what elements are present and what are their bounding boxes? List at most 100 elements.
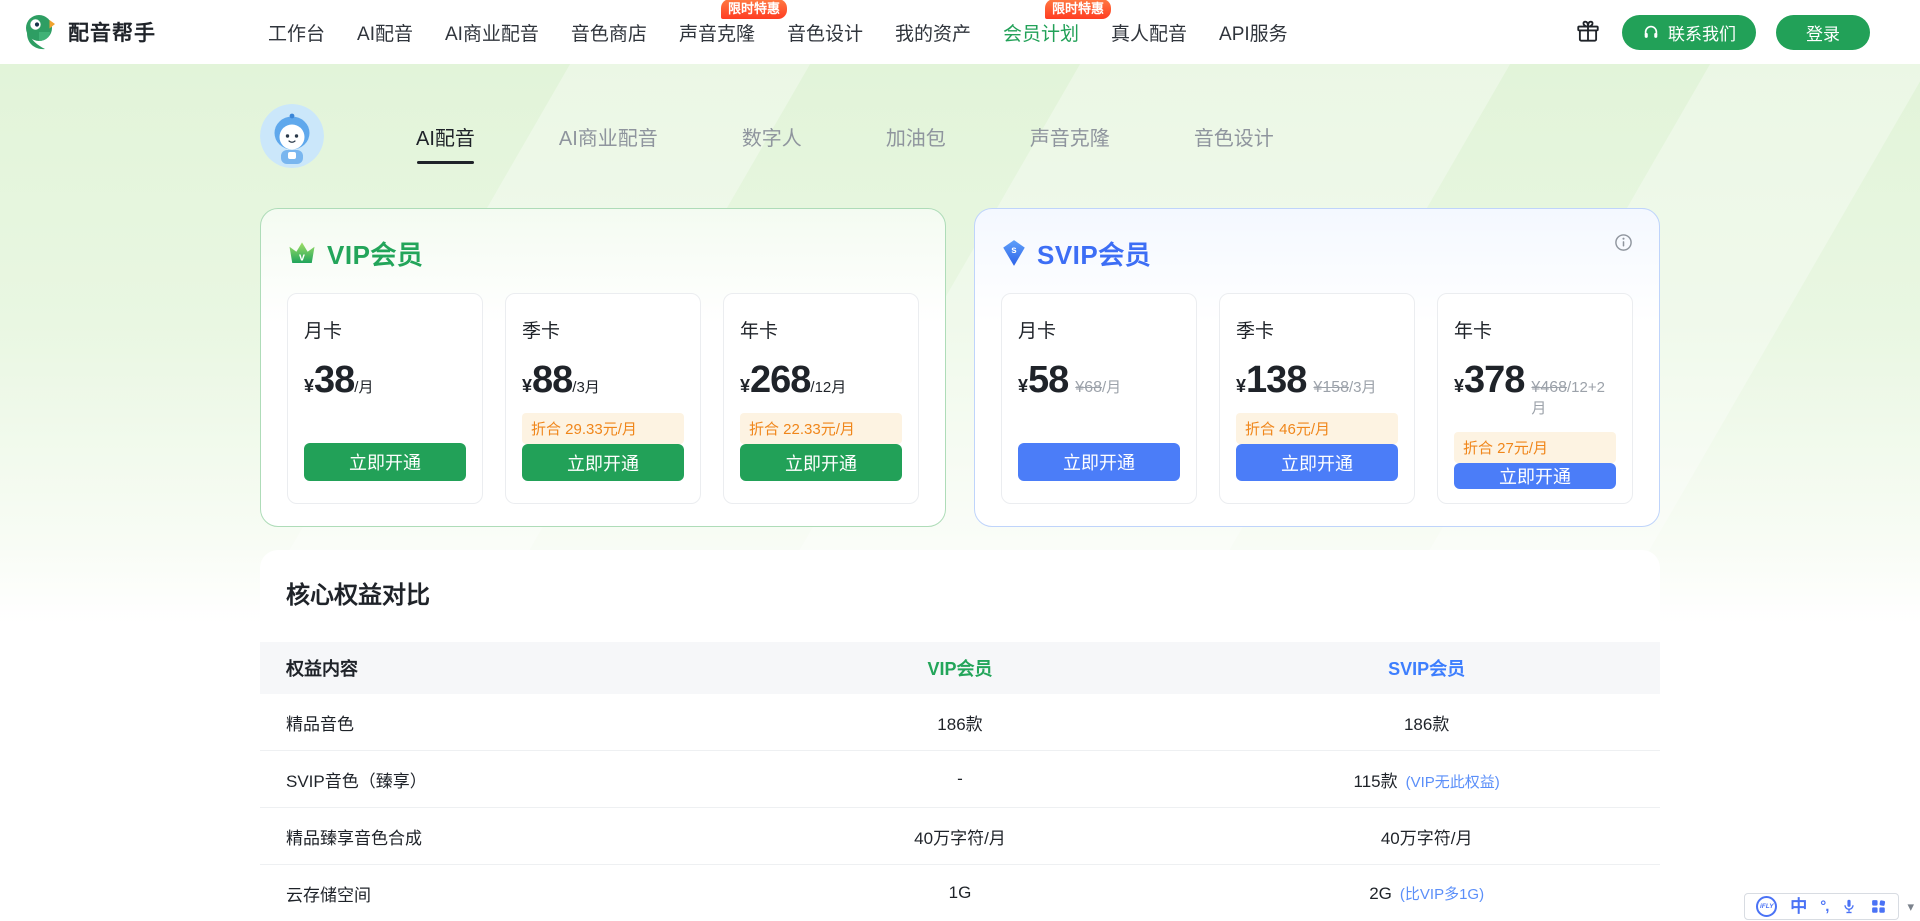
price-amount: 138 [1246, 361, 1306, 399]
tab-label: 加油包 [886, 128, 946, 150]
svip-plan-quarter: 季卡 ¥138 ¥158/3月 折合 46元/月 立即开通 [1219, 293, 1415, 504]
svip-quarter-open-button[interactable]: 立即开通 [1236, 444, 1398, 481]
contact-button-label: 联系我们 [1668, 20, 1736, 45]
svg-text:v: v [299, 252, 305, 264]
nav-label: 工作台 [268, 24, 325, 45]
vip-crown-icon: v [287, 239, 317, 267]
svip-note: (VIP无此权益) [1406, 774, 1500, 791]
nav-label: 会员计划 [1003, 24, 1079, 45]
discount-badge: 折合 46元/月 [1236, 413, 1398, 444]
discount-badge: 折合 29.33元/月 [522, 413, 684, 444]
nav-label: 我的资产 [895, 24, 971, 45]
plan-name: 月卡 [304, 316, 466, 343]
app-logo[interactable]: 配音帮手 [22, 13, 156, 51]
plan-price: ¥138 ¥158/3月 [1236, 361, 1398, 399]
ime-bar: iFLY 中 °, [1744, 893, 1899, 920]
comparison-title: 核心权益对比 [260, 580, 1660, 612]
vip-quarter-open-button[interactable]: 立即开通 [522, 444, 684, 481]
microphone-icon[interactable] [1841, 898, 1857, 915]
vip-value: 1G [727, 883, 1194, 903]
price-amount: 378 [1464, 361, 1524, 399]
tab-voice-clone[interactable]: 声音克隆 [1030, 122, 1110, 151]
info-icon[interactable] [1614, 233, 1633, 257]
svip-month-open-button[interactable]: 立即开通 [1018, 443, 1180, 481]
vip-card: v VIP会员 月卡 ¥38/月 立即开通 季卡 [260, 208, 946, 527]
parrot-logo-icon [22, 13, 58, 51]
plan-name: 月卡 [1018, 316, 1180, 343]
price-period: /12月 [810, 376, 846, 397]
plans-row: v VIP会员 月卡 ¥38/月 立即开通 季卡 [260, 208, 1660, 527]
nav-item-membership-plan[interactable]: 限时特惠 会员计划 [1003, 15, 1079, 50]
gift-icon[interactable] [1574, 18, 1602, 46]
currency-symbol: ¥ [1454, 376, 1464, 397]
column-header-svip: SVIP会员 [1193, 655, 1660, 681]
ifly-logo-icon[interactable]: iFLY [1756, 896, 1777, 917]
user-avatar[interactable] [260, 104, 324, 168]
ime-punctuation-toggle[interactable]: °, [1820, 899, 1828, 914]
svip-value: 40万字符/月 [1193, 824, 1660, 849]
vip-value: - [727, 769, 1194, 789]
vip-card-header: v VIP会员 [287, 235, 919, 271]
nav-label: AI配音 [357, 24, 413, 45]
tab-booster-pack[interactable]: 加油包 [886, 122, 946, 151]
vip-value: 186款 [727, 710, 1194, 735]
app-title: 配音帮手 [68, 17, 156, 47]
contact-button[interactable]: 联系我们 [1622, 15, 1756, 50]
benefit-name: SVIP音色（臻享） [260, 767, 727, 792]
svip-value: 115款(VIP无此权益) [1193, 767, 1660, 792]
svip-card-header: s SVIP会员 [1001, 235, 1633, 271]
svg-text:s: s [1011, 245, 1016, 256]
vip-month-open-button[interactable]: 立即开通 [304, 443, 466, 481]
svip-card: s SVIP会员 月卡 ¥58 ¥6 [974, 208, 1660, 527]
nav-item-ai-commercial-dubbing[interactable]: AI商业配音 [445, 15, 539, 50]
comparison-header-row: 权益内容 VIP会员 SVIP会员 [260, 642, 1660, 694]
nav-label: 音色设计 [787, 24, 863, 45]
headset-icon [1642, 23, 1660, 41]
nav-item-voice-clone[interactable]: 限时特惠 声音克隆 [679, 15, 755, 50]
price-period: /3月 [572, 376, 600, 397]
limited-offer-badge: 限时特惠 [1045, 0, 1111, 19]
currency-symbol: ¥ [522, 376, 532, 397]
nav-item-workbench[interactable]: 工作台 [268, 15, 325, 50]
nav-item-api-service[interactable]: API服务 [1219, 15, 1288, 50]
nav-item-human-dubbing[interactable]: 真人配音 [1111, 15, 1187, 50]
tab-ai-commercial-dubbing[interactable]: AI商业配音 [559, 122, 658, 151]
table-row: SVIP音色（臻享） - 115款(VIP无此权益) [260, 751, 1660, 808]
vip-title: VIP会员 [327, 235, 423, 272]
mascot-avatar-image [260, 104, 324, 168]
ime-apps-grid-icon[interactable] [1870, 898, 1887, 915]
discount-badge: 折合 22.33元/月 [740, 413, 902, 444]
price-amount: 88 [532, 361, 572, 399]
price-amount: 268 [750, 361, 810, 399]
ime-collapse-caret[interactable]: ▾ [1907, 899, 1914, 915]
ime-language-toggle[interactable]: 中 [1790, 898, 1807, 915]
tab-voice-design[interactable]: 音色设计 [1194, 122, 1274, 151]
plan-price: ¥268/12月 [740, 361, 902, 399]
vip-value: 40万字符/月 [727, 824, 1194, 849]
nav-item-my-assets[interactable]: 我的资产 [895, 15, 971, 50]
currency-symbol: ¥ [304, 376, 314, 397]
tab-digital-human[interactable]: 数字人 [742, 122, 802, 151]
svip-note: (比VIP多1G) [1400, 886, 1484, 903]
nav-item-voice-design[interactable]: 音色设计 [787, 15, 863, 50]
benefits-comparison-card: 核心权益对比 权益内容 VIP会员 SVIP会员 精品音色 186款 186款 … [260, 550, 1660, 921]
currency-symbol: ¥ [1018, 376, 1028, 397]
login-button[interactable]: 登录 [1776, 15, 1870, 50]
vip-year-open-button[interactable]: 立即开通 [740, 444, 902, 481]
plan-price: ¥58 ¥68/月 [1018, 361, 1180, 399]
category-tabs: AI配音 AI商业配音 数字人 加油包 声音克隆 音色设计 [416, 122, 1274, 151]
plan-name: 年卡 [1454, 316, 1616, 343]
tab-label: AI配音 [416, 128, 475, 150]
nav-label: 声音克隆 [679, 24, 755, 45]
navbar-actions: 联系我们 登录 [1574, 15, 1870, 50]
svip-value: 186款 [1193, 710, 1660, 735]
login-button-label: 登录 [1806, 20, 1840, 45]
original-price: ¥468/12+2月 [1531, 379, 1616, 418]
nav-label: 音色商店 [571, 24, 647, 45]
membership-page: AI配音 AI商业配音 数字人 加油包 声音克隆 音色设计 v [0, 64, 1920, 921]
ime-toolbar: iFLY 中 °, ▾ [1744, 893, 1914, 920]
tab-ai-dubbing[interactable]: AI配音 [416, 122, 475, 151]
svip-year-open-button[interactable]: 立即开通 [1454, 463, 1616, 489]
nav-item-ai-dubbing[interactable]: AI配音 [357, 15, 413, 50]
nav-item-voice-store[interactable]: 音色商店 [571, 15, 647, 50]
